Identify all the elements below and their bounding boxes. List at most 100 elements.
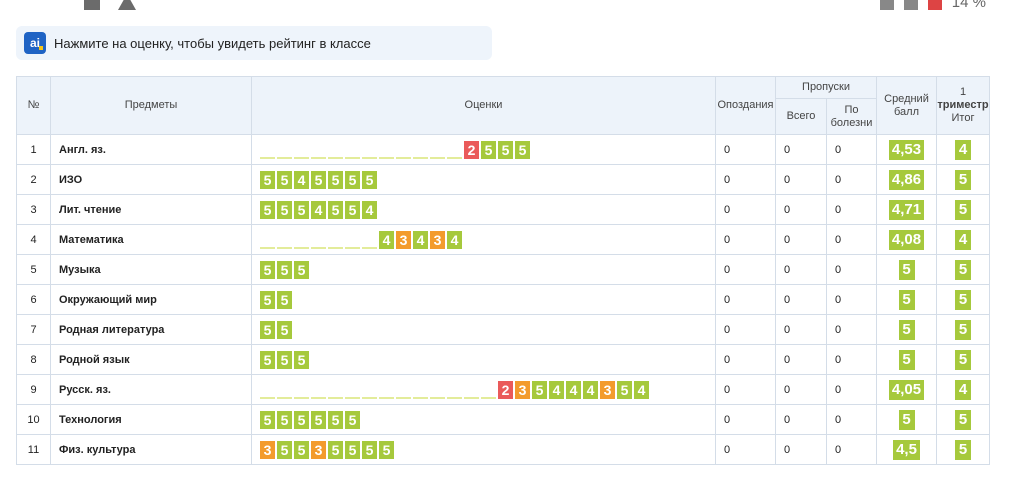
row-number: 6 bbox=[16, 284, 51, 315]
empty-grade-slot bbox=[447, 141, 462, 159]
grade-mark[interactable]: 5 bbox=[311, 410, 326, 429]
empty-grade-slot bbox=[447, 381, 462, 399]
grade-mark[interactable]: 5 bbox=[277, 320, 292, 339]
subject-link[interactable]: Родной язык bbox=[50, 344, 252, 375]
grade-mark[interactable]: 4 bbox=[549, 380, 564, 399]
grade-mark[interactable]: 5 bbox=[328, 410, 343, 429]
late-count: 0 bbox=[715, 134, 776, 165]
final-cell: 5 bbox=[936, 314, 990, 345]
table-row: 1 Англ. яз. 2 5 5 5 0 0 0 4,53 4 bbox=[16, 134, 990, 165]
empty-grade-slot bbox=[311, 231, 326, 249]
subject-link[interactable]: Математика bbox=[50, 224, 252, 255]
average-cell: 5 bbox=[876, 314, 937, 345]
grade-mark[interactable]: 4 bbox=[583, 380, 598, 399]
grade-mark[interactable]: 5 bbox=[294, 260, 309, 279]
grade-mark[interactable]: 5 bbox=[362, 170, 377, 189]
grade-mark[interactable]: 5 bbox=[345, 440, 360, 459]
absences-total: 0 bbox=[775, 404, 827, 435]
average-cell: 4,08 bbox=[876, 224, 937, 255]
grade-mark[interactable]: 3 bbox=[600, 380, 615, 399]
grade-mark[interactable]: 5 bbox=[260, 350, 275, 369]
grade-mark[interactable]: 4 bbox=[413, 230, 428, 249]
grade-mark[interactable]: 2 bbox=[464, 140, 479, 159]
grade-mark[interactable]: 4 bbox=[294, 170, 309, 189]
grade-mark[interactable]: 5 bbox=[617, 380, 632, 399]
grade-mark[interactable]: 5 bbox=[328, 200, 343, 219]
final-cell: 5 bbox=[936, 284, 990, 315]
grade-mark[interactable]: 4 bbox=[311, 200, 326, 219]
grade-mark[interactable]: 5 bbox=[260, 170, 275, 189]
grade-mark[interactable]: 5 bbox=[345, 410, 360, 429]
grade-mark[interactable]: 4 bbox=[362, 200, 377, 219]
average-score-badge: 4,05 bbox=[888, 379, 925, 400]
absences-total: 0 bbox=[775, 374, 827, 405]
grade-mark[interactable]: 5 bbox=[345, 200, 360, 219]
grades-cell: 35535555 bbox=[251, 434, 716, 465]
grade-mark[interactable]: 3 bbox=[430, 230, 445, 249]
grade-mark[interactable]: 5 bbox=[294, 200, 309, 219]
subject-link[interactable]: Технология bbox=[50, 404, 252, 435]
grade-mark[interactable]: 5 bbox=[277, 260, 292, 279]
grade-mark[interactable]: 5 bbox=[532, 380, 547, 399]
grade-mark[interactable]: 5 bbox=[277, 200, 292, 219]
subject-link[interactable]: Лит. чтение bbox=[50, 194, 252, 225]
late-count: 0 bbox=[715, 194, 776, 225]
final-grade-badge: 5 bbox=[955, 319, 971, 340]
absences-sick: 0 bbox=[826, 254, 877, 285]
subject-link[interactable]: Окружающий мир bbox=[50, 284, 252, 315]
empty-grade-slot bbox=[311, 381, 326, 399]
table-row: 3 Лит. чтение 5 5 5 4 5 5 4 0 0 0 4,71 5 bbox=[16, 194, 990, 225]
average-cell: 4,53 bbox=[876, 134, 937, 165]
grade-mark[interactable]: 5 bbox=[277, 350, 292, 369]
grade-mark[interactable]: 5 bbox=[328, 440, 343, 459]
grade-mark[interactable]: 5 bbox=[515, 140, 530, 159]
grade-mark[interactable]: 5 bbox=[260, 320, 275, 339]
final-cell: 5 bbox=[936, 194, 990, 225]
empty-grade-slot bbox=[379, 381, 394, 399]
col-header-average: Средний балл bbox=[876, 76, 937, 135]
grade-mark[interactable]: 3 bbox=[311, 440, 326, 459]
grade-mark[interactable]: 4 bbox=[634, 380, 649, 399]
grade-mark[interactable]: 5 bbox=[277, 410, 292, 429]
grade-mark[interactable]: 5 bbox=[260, 200, 275, 219]
final-cell: 5 bbox=[936, 404, 990, 435]
grade-mark[interactable]: 4 bbox=[566, 380, 581, 399]
grade-mark[interactable]: 3 bbox=[515, 380, 530, 399]
grade-mark[interactable]: 5 bbox=[260, 260, 275, 279]
row-number: 7 bbox=[16, 314, 51, 345]
late-count: 0 bbox=[715, 224, 776, 255]
subject-link[interactable]: Музыка bbox=[50, 254, 252, 285]
grade-mark[interactable]: 5 bbox=[498, 140, 513, 159]
average-cell: 4,5 bbox=[876, 434, 937, 465]
subject-link[interactable]: Англ. яз. bbox=[50, 134, 252, 165]
grade-mark[interactable]: 5 bbox=[260, 410, 275, 429]
grade-mark[interactable]: 5 bbox=[328, 170, 343, 189]
grade-mark[interactable]: 3 bbox=[396, 230, 411, 249]
grade-mark[interactable]: 4 bbox=[447, 230, 462, 249]
grade-mark[interactable]: 5 bbox=[379, 440, 394, 459]
grade-mark[interactable]: 5 bbox=[481, 140, 496, 159]
grade-mark[interactable]: 2 bbox=[498, 380, 513, 399]
grade-mark[interactable]: 5 bbox=[277, 290, 292, 309]
absences-total: 0 bbox=[775, 194, 827, 225]
grade-mark[interactable]: 5 bbox=[277, 170, 292, 189]
final-cell: 4 bbox=[936, 134, 990, 165]
row-number: 11 bbox=[16, 434, 51, 465]
subject-link[interactable]: ИЗО bbox=[50, 164, 252, 195]
subject-link[interactable]: Русск. яз. bbox=[50, 374, 252, 405]
grade-mark[interactable]: 5 bbox=[311, 170, 326, 189]
subject-link[interactable]: Родная литература bbox=[50, 314, 252, 345]
grade-mark[interactable]: 5 bbox=[362, 440, 377, 459]
grade-mark[interactable]: 4 bbox=[379, 230, 394, 249]
grade-mark[interactable]: 5 bbox=[294, 350, 309, 369]
grade-mark[interactable]: 5 bbox=[294, 440, 309, 459]
grade-mark[interactable]: 5 bbox=[260, 290, 275, 309]
subject-link[interactable]: Физ. культура bbox=[50, 434, 252, 465]
empty-grade-slot bbox=[430, 381, 445, 399]
late-count: 0 bbox=[715, 404, 776, 435]
grade-mark[interactable]: 5 bbox=[294, 410, 309, 429]
grade-mark[interactable]: 5 bbox=[345, 170, 360, 189]
grade-mark[interactable]: 3 bbox=[260, 440, 275, 459]
grade-mark[interactable]: 5 bbox=[277, 440, 292, 459]
grades-cell: 5554554 bbox=[251, 194, 716, 225]
